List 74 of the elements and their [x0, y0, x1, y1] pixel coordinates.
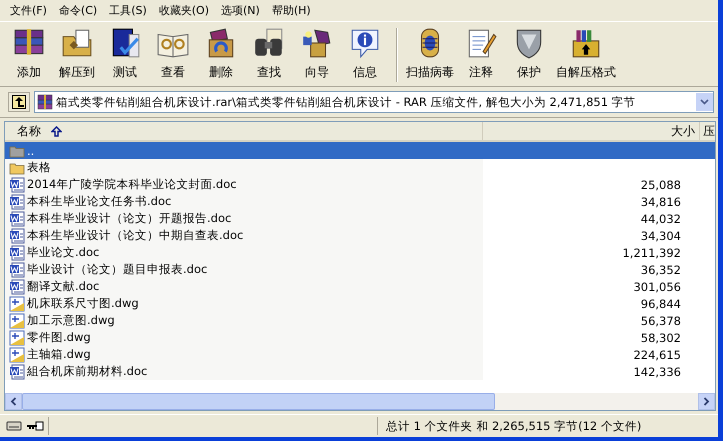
address-field[interactable]: 箱式类零件钻削組合机床设计.rar\箱式类零件钻削組合机床设计 - RAR 压缩文件, 解包大小为 2,471,851 字节: [34, 91, 714, 113]
file-size: 44,032: [640, 212, 681, 226]
horizontal-scrollbar[interactable]: [5, 393, 715, 410]
file-size: 34,816: [640, 194, 681, 208]
file-name: 本科生毕业论文任务书.doc: [27, 194, 172, 209]
key-icon: [26, 420, 44, 432]
archive-path: 箱式类零件钻削組合机床设计.rar\箱式类零件钻削組合机床设计 - RAR 压缩文件, 解包大小为 2,471,851 字节: [56, 94, 637, 110]
dropdown-button[interactable]: [696, 93, 713, 111]
file-name: 組合机床前期材料.doc: [27, 364, 148, 379]
file-name: 本科生毕业设计（论文）中期自查表.doc: [27, 228, 244, 243]
toolbar-button[interactable]: 删除: [198, 24, 244, 86]
word-document-icon: [9, 228, 25, 244]
file-name: ..: [27, 144, 34, 158]
drawing-file-icon: [9, 346, 25, 362]
drawing-file-icon: [9, 330, 25, 346]
word-document-icon: [9, 210, 25, 226]
up-folder-button[interactable]: [8, 92, 30, 112]
scroll-left-icon: [10, 397, 17, 406]
up-arrow-icon: [12, 95, 26, 109]
menu-item[interactable]: 选项(N): [215, 3, 266, 18]
file-name: 加工示意图.dwg: [27, 313, 115, 328]
word-document-icon: [9, 278, 25, 294]
file-name: 机床联系尺寸图.dwg: [27, 296, 139, 311]
word-document-icon: [9, 176, 25, 192]
menu-item[interactable]: 命令(C): [52, 3, 104, 18]
menu-item[interactable]: 帮助(H): [266, 3, 317, 18]
scroll-right-icon: [703, 397, 710, 406]
menu-item[interactable]: 工具(S): [103, 3, 153, 18]
drawing-file-icon: [9, 296, 25, 312]
file-name: 毕业设计（论文）题目申报表.doc: [27, 262, 208, 277]
drawing-file-icon: [9, 312, 25, 328]
file-size: 34,304: [640, 228, 681, 242]
file-name: 翻译文献.doc: [27, 279, 100, 294]
toolbar-button[interactable]: 添加: [6, 24, 52, 86]
word-document-icon: [9, 194, 25, 210]
column-header[interactable]: 大小: [483, 122, 700, 140]
file-name: 表格: [27, 160, 51, 175]
toolbar-button[interactable]: 信息: [342, 24, 388, 86]
file-size: 58,302: [640, 330, 681, 344]
word-document-icon: [9, 244, 25, 260]
file-size: 36,352: [640, 262, 681, 276]
file-size: 25,088: [640, 178, 681, 192]
file-size: 224,615: [633, 348, 681, 362]
word-document-icon: [9, 262, 25, 278]
menu-item[interactable]: 文件(F): [4, 3, 53, 18]
toolbar-button[interactable]: 查看: [150, 24, 196, 86]
toolbar-button[interactable]: 保护: [506, 24, 552, 86]
toolbar-button[interactable]: 解压到: [54, 24, 100, 86]
column-header[interactable]: 压: [700, 122, 715, 140]
file-name: 本科生毕业设计（论文）开题报告.doc: [27, 211, 232, 226]
file-name: 零件图.dwg: [27, 330, 91, 345]
column-header[interactable]: 名称: [5, 122, 483, 140]
status-text: 总计 1 个文件夹 和 2,265,515 字节(12 个文件): [385, 418, 642, 434]
toolbar-button[interactable]: 测试: [102, 24, 148, 86]
file-name: 毕业论文.doc: [27, 245, 100, 260]
sort-arrow-icon: [51, 126, 62, 136]
file-row[interactable]: ..: [5, 142, 715, 159]
file-name: 主轴箱.dwg: [27, 347, 91, 362]
word-document-icon: [9, 364, 25, 380]
file-size: 142,336: [633, 364, 681, 378]
menu-item[interactable]: 收藏夹(O): [152, 3, 216, 18]
chevron-down-icon: [700, 99, 709, 105]
file-size: 301,056: [633, 280, 681, 294]
toolbar-button[interactable]: 注释: [458, 24, 504, 86]
toolbar-button[interactable]: 自解压格式: [554, 24, 618, 86]
drive-icon: [6, 420, 22, 432]
toolbar-button[interactable]: 向导: [294, 24, 340, 86]
file-size: 56,378: [640, 314, 681, 328]
books-stack-icon: [37, 94, 53, 110]
file-size: 96,844: [640, 296, 681, 310]
file-size: 1,211,392: [622, 246, 681, 260]
file-name: 2014年广陵学院本科毕业论文封面.doc: [27, 177, 237, 192]
toolbar-button[interactable]: 查找: [246, 24, 292, 86]
toolbar-button[interactable]: 扫描病毒: [404, 24, 456, 86]
